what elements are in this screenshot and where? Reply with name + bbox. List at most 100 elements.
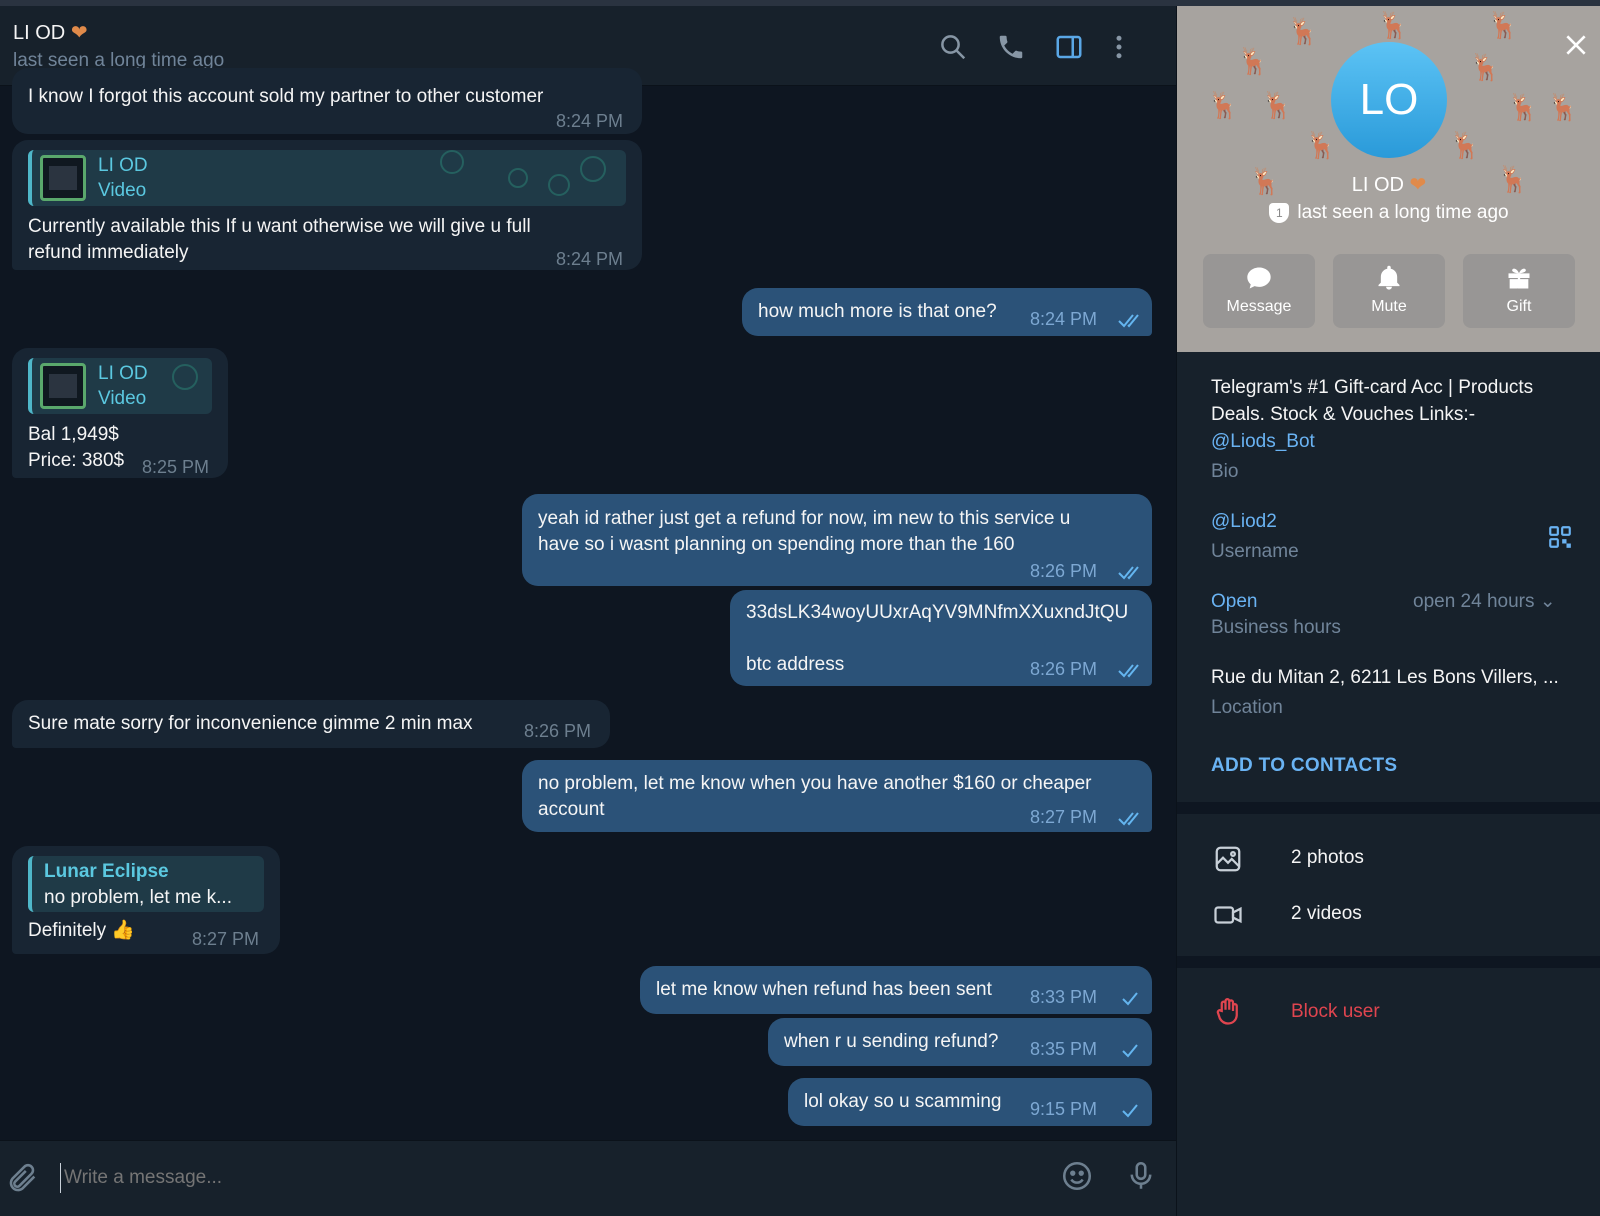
check-icon: [1118, 1100, 1144, 1118]
mute-button[interactable]: Mute: [1333, 254, 1445, 328]
message-incoming[interactable]: I know I forgot this account sold my par…: [12, 68, 642, 134]
more-icon[interactable]: [1104, 32, 1134, 62]
close-icon[interactable]: [1563, 32, 1589, 58]
message-outgoing[interactable]: 33dsLK34woyUUxrAqYV9MNfmXXuxndJtQU btc a…: [730, 590, 1152, 686]
message-composer: [0, 1140, 1176, 1216]
sidebar-toggle-icon[interactable]: [1054, 32, 1084, 62]
profile-panel: 🦌 🦌 🦌 🦌 🦌 🦌 🦌 🦌 🦌 🦌 🦌 🦌 🦌 LO LI OD ❤ 1 la…: [1176, 6, 1600, 1216]
shield-badge-icon: 1: [1269, 202, 1290, 223]
hand-stop-icon: [1213, 996, 1243, 1031]
check-icon: [1118, 1040, 1144, 1058]
profile-name-text: LI OD: [1351, 174, 1404, 196]
heart-emoji-icon: ❤: [1409, 174, 1427, 196]
video-thumbnail: [40, 363, 86, 409]
message-outgoing[interactable]: no problem, let me know when you have an…: [522, 760, 1152, 832]
deer-pattern-icon: 🦌: [1507, 92, 1540, 122]
message-time: 8:24 PM: [556, 111, 624, 131]
deer-pattern-icon: 🦌: [1237, 46, 1270, 76]
message-text: Definitely 👍: [28, 920, 136, 941]
profile-name: LI OD ❤: [1177, 172, 1600, 197]
decor-pattern: [580, 156, 606, 182]
deer-pattern-icon: 🦌: [1547, 92, 1580, 122]
reply-snippet: no problem, let me k...: [44, 887, 232, 908]
username-link[interactable]: @Liod2: [1211, 508, 1277, 535]
add-to-contacts-button[interactable]: ADD TO CONTACTS: [1211, 752, 1397, 779]
check-icon: [1118, 988, 1144, 1006]
avatar[interactable]: LO: [1331, 42, 1447, 158]
message-text: Currently available this If u want other…: [28, 216, 531, 263]
profile-status-text: last seen a long time ago: [1297, 202, 1509, 223]
message-outgoing[interactable]: yeah id rather just get a refund for now…: [522, 494, 1152, 586]
deer-pattern-icon: 🦌: [1287, 16, 1320, 46]
attach-icon[interactable]: [6, 1161, 40, 1200]
media-reply-card[interactable]: LI OD Video: [28, 358, 212, 414]
chat-title[interactable]: LI OD ❤: [13, 20, 88, 45]
deer-pattern-icon: 🦌: [1207, 90, 1240, 120]
media-sender: LI OD: [98, 155, 148, 176]
gift-icon: [1463, 264, 1575, 297]
message-text: I know I forgot this account sold my par…: [28, 86, 544, 107]
video-icon: [1213, 900, 1243, 935]
double-check-icon: [1118, 562, 1144, 580]
business-hours-value: open 24 hours: [1413, 591, 1535, 612]
message-text: lol okay so u scamming: [804, 1091, 1002, 1112]
bio-link[interactable]: @Liods_Bot: [1211, 428, 1315, 455]
business-hours-status: Open: [1211, 591, 1258, 612]
message-outgoing[interactable]: when r u sending refund? 8:35 PM: [768, 1018, 1152, 1066]
profile-info: Telegram's #1 Gift-card Acc | Products D…: [1177, 352, 1600, 802]
message-outgoing[interactable]: how much more is that one? 8:24 PM: [742, 288, 1152, 336]
emoji-icon[interactable]: [1060, 1159, 1094, 1198]
business-hours-dropdown[interactable]: open 24 hours ⌄: [1413, 588, 1556, 615]
message-button[interactable]: Message: [1203, 254, 1315, 328]
search-icon[interactable]: [938, 32, 968, 62]
message-incoming[interactable]: Sure mate sorry for inconvenience gimme …: [12, 700, 610, 748]
double-check-icon: [1118, 808, 1144, 826]
videos-count[interactable]: 2 videos: [1291, 900, 1362, 927]
location-text[interactable]: Rue du Mitan 2, 6211 Les Bons Villers, .…: [1211, 664, 1559, 691]
media-sender: LI OD: [98, 363, 148, 384]
reply-author: Lunar Eclipse: [44, 861, 169, 882]
message-text: Sure mate sorry for inconvenience gimme …: [28, 713, 473, 734]
block-section: Block user: [1177, 968, 1600, 1068]
decor-pattern: [548, 174, 570, 196]
message-time: 8:35 PM: [1030, 1039, 1098, 1059]
microphone-icon[interactable]: [1124, 1159, 1158, 1198]
photo-icon: [1213, 844, 1243, 879]
message-incoming[interactable]: LI OD Video Currently available this If …: [12, 140, 642, 270]
decor-pattern: [172, 364, 198, 390]
chat-area: LI OD ❤ last seen a long time ago I know…: [0, 6, 1176, 1216]
section-divider: [1177, 802, 1600, 814]
bio-text: Telegram's #1 Gift-card Acc | Products D…: [1211, 377, 1534, 425]
phone-icon[interactable]: [996, 32, 1026, 62]
message-time: 8:26 PM: [524, 721, 592, 741]
reply-quote[interactable]: Lunar Eclipse no problem, let me k...: [28, 856, 264, 912]
message-incoming[interactable]: LI OD Video Bal 1,949$ Price: 380$ 8:25 …: [12, 348, 228, 478]
message-button-label: Message: [1226, 298, 1292, 315]
deer-pattern-icon: 🦌: [1261, 90, 1294, 120]
message-text: when r u sending refund?: [784, 1031, 999, 1052]
message-input[interactable]: [60, 1163, 960, 1193]
message-outgoing[interactable]: let me know when refund has been sent 8:…: [640, 966, 1152, 1014]
media-reply-card[interactable]: LI OD Video: [28, 150, 626, 206]
double-check-icon: [1118, 310, 1144, 328]
qr-code-icon[interactable]: [1547, 524, 1573, 550]
message-incoming[interactable]: Lunar Eclipse no problem, let me k... De…: [12, 846, 280, 954]
location-label: Location: [1211, 697, 1283, 718]
message-time: 8:24 PM: [556, 249, 624, 269]
message-text: let me know when refund has been sent: [656, 979, 992, 1000]
username-label: Username: [1211, 541, 1299, 562]
message-time: 8:25 PM: [142, 457, 210, 477]
gift-button[interactable]: Gift: [1463, 254, 1575, 328]
deer-pattern-icon: 🦌: [1377, 10, 1410, 40]
message-text: no problem, let me know when you have an…: [538, 773, 1092, 820]
bell-icon: [1333, 264, 1445, 297]
message-time: 8:27 PM: [192, 929, 260, 949]
message-outgoing[interactable]: lol okay so u scamming 9:15 PM: [788, 1078, 1152, 1126]
media-kind: Video: [98, 180, 147, 201]
double-check-icon: [1118, 660, 1144, 678]
heart-emoji-icon: ❤: [70, 22, 88, 44]
message-time: 8:27 PM: [1030, 807, 1098, 827]
gift-button-label: Gift: [1506, 298, 1532, 315]
photos-count[interactable]: 2 photos: [1291, 844, 1364, 871]
block-user-button[interactable]: Block user: [1291, 998, 1380, 1025]
